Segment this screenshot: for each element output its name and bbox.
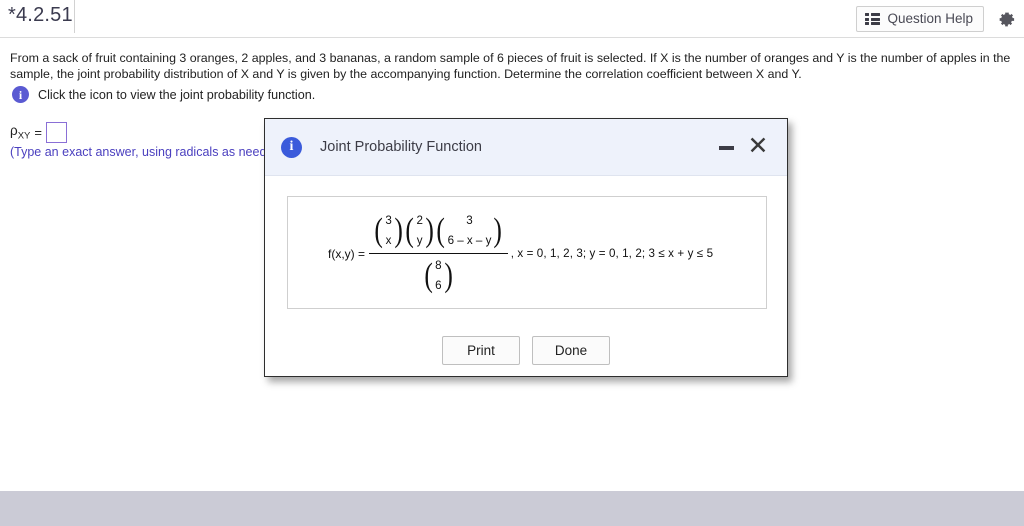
- joint-probability-formula: f(x,y) = ( 3 x ) (2 y) (3 6 – x – y)…: [328, 197, 713, 310]
- formula-panel: f(x,y) = ( 3 x ) (2 y) (3 6 – x – y)…: [287, 196, 767, 309]
- answer-input[interactable]: [45, 122, 67, 143]
- binomial-3-x: ( 3 x ): [373, 211, 404, 252]
- page-title: *4.2.51: [8, 4, 73, 26]
- close-icon[interactable]: ✕: [745, 133, 771, 159]
- settings-button[interactable]: [994, 7, 1018, 31]
- binomial-8-6: ( 8 6 ): [423, 256, 454, 297]
- question-header: *4.2.51 Question Help: [0, 0, 1024, 38]
- formula-lhs: f(x,y) =: [328, 246, 366, 261]
- formula-fraction: ( 3 x ) ( 2 y) (3 6 – x – y) (8 6): [369, 211, 508, 296]
- answer-equals: =: [34, 125, 42, 140]
- header-divider: [74, 0, 75, 33]
- answer-hint: (Type an exact answer, using radicals as…: [10, 145, 288, 159]
- binom-bottom: y: [416, 234, 423, 248]
- math-palette-bar: √ ▪ √ (,) More ✖: [0, 491, 1024, 526]
- right-paren: ): [493, 212, 503, 250]
- question-help-label: Question Help: [887, 11, 973, 27]
- question-help-button[interactable]: Question Help: [856, 6, 984, 32]
- info-icon: i: [281, 136, 302, 158]
- formula-condition: , x = 0, 1, 2, 3; y = 0, 1, 2; 3 ≤ x + y…: [510, 247, 714, 260]
- dialog-title-bar: i Joint Probability Function ✕: [265, 119, 787, 176]
- binomial-2-y: ( 2 y ): [404, 211, 435, 252]
- right-paren: ): [394, 212, 403, 250]
- right-paren: ): [425, 212, 434, 250]
- gear-icon: [999, 12, 1014, 26]
- dialog-title: Joint Probability Function: [320, 139, 482, 155]
- info-icon[interactable]: i: [12, 86, 29, 103]
- binom-bottom: 6: [435, 278, 442, 292]
- formula-numerator: ( 3 x ) ( 2 y) (3 6 – x – y): [369, 211, 508, 253]
- binom-bottom: x: [385, 234, 392, 248]
- app-root: *4.2.51 Question Help From a sack of fru…: [0, 0, 1024, 526]
- joint-function-link[interactable]: i Click the icon to view the joint proba…: [12, 86, 315, 103]
- left-paren: (: [424, 256, 433, 294]
- right-paren: ): [444, 256, 453, 294]
- left-paren: (: [405, 212, 415, 250]
- joint-probability-dialog: i Joint Probability Function ✕ f(x,y) = …: [264, 118, 788, 377]
- binom-top: 8: [435, 258, 442, 272]
- joint-function-link-label: Click the icon to view the joint probabi…: [38, 87, 316, 102]
- answer-label: ρXY: [10, 123, 31, 142]
- list-icon: [865, 13, 881, 25]
- answer-row: ρXY =: [10, 122, 67, 143]
- left-paren: (: [436, 212, 446, 250]
- left-paren: (: [374, 212, 383, 250]
- done-button[interactable]: Done: [532, 336, 610, 365]
- dialog-buttons: Print Done: [265, 336, 787, 365]
- formula-denominator: ( 8 6 ): [419, 254, 458, 297]
- print-button[interactable]: Print: [442, 336, 520, 365]
- binom-top: 3: [385, 213, 392, 227]
- binom-bottom: 6 – x – y: [447, 234, 492, 248]
- binom-top: 2: [416, 213, 423, 227]
- binom-top: 3: [466, 213, 473, 227]
- problem-statement: From a sack of fruit containing 3 orange…: [10, 51, 1011, 81]
- binomial-3-6-x-y: ( 3 6 – x – y ): [435, 211, 503, 252]
- minimize-icon[interactable]: [719, 146, 734, 150]
